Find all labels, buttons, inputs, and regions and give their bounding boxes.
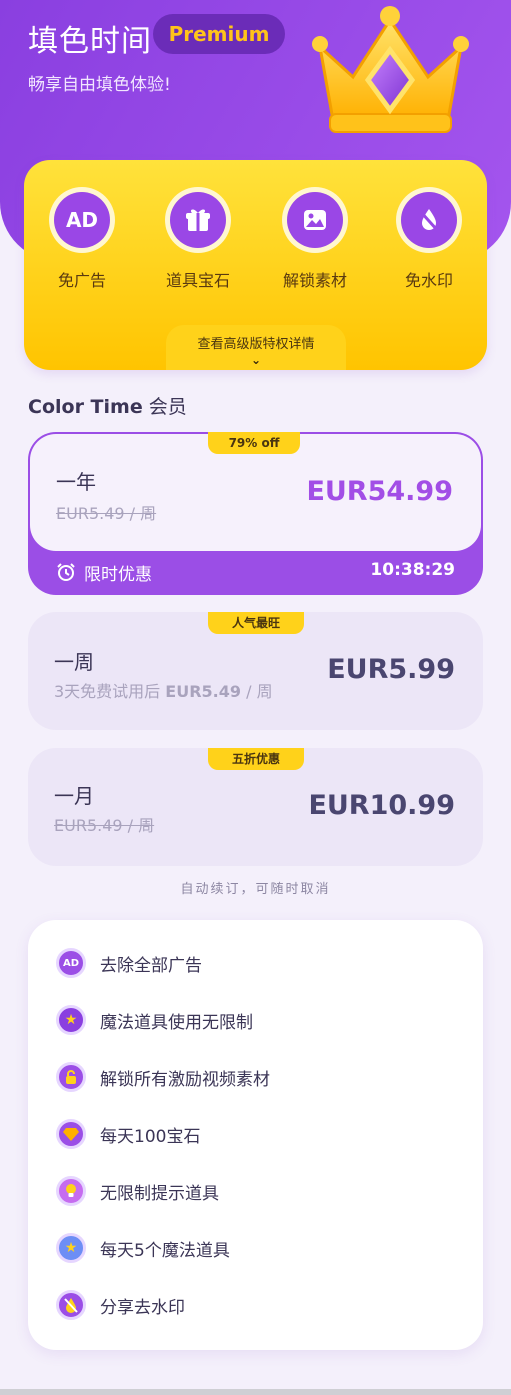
countdown-timer: 10:38:29 xyxy=(370,560,455,580)
feature-item: 解锁所有激励视频素材 xyxy=(56,1062,270,1092)
alarm-clock-icon xyxy=(57,563,75,581)
feature-item: AD 去除全部广告 xyxy=(56,948,202,978)
chevron-down-icon: ⌄ xyxy=(250,353,262,367)
plan-weekly[interactable]: 人气最旺 一周 3天免费试用后 EUR5.49 / 周 EUR5.99 xyxy=(28,612,483,730)
benefit-label: 道具宝石 xyxy=(165,271,230,290)
feature-item: ★ 魔法道具使用无限制 xyxy=(56,1005,253,1035)
countdown-label: 限时优惠 xyxy=(84,565,152,585)
feature-item: 每天100宝石 xyxy=(56,1119,200,1149)
benefit-unlock: 解锁素材 xyxy=(260,187,370,291)
popular-badge: 人气最旺 xyxy=(208,612,304,634)
gem-icon xyxy=(56,1119,86,1149)
countdown-row: 限时优惠 10:38:29 xyxy=(28,557,483,595)
plan-price: EUR5.99 xyxy=(327,654,455,685)
discount-badge: 79% off xyxy=(208,432,300,454)
auto-renew-note: 自动续订，可随时取消 xyxy=(180,882,331,897)
plan-price: EUR54.99 xyxy=(306,476,453,507)
benefit-label: 解锁素材 xyxy=(282,271,347,290)
premium-badge: Premium xyxy=(153,14,285,54)
navigation-bar xyxy=(0,1389,511,1395)
hero-subtitle: 畅享自由填色体验! xyxy=(28,75,171,95)
features-card: AD 去除全部广告 ★ 魔法道具使用无限制 解锁所有激励视频素材 每天100宝石… xyxy=(28,920,483,1350)
brand-name: Color Time xyxy=(28,396,143,418)
plan-original-price: EUR5.49 / 周 xyxy=(54,816,155,835)
unlock-icon xyxy=(56,1062,86,1092)
feature-item: 无限制提示道具 xyxy=(56,1176,219,1206)
details-label: 查看高级版特权详情 xyxy=(197,337,315,352)
plan-price: EUR10.99 xyxy=(308,790,455,821)
plan-trial-text: 3天免费试用后 EUR5.49 / 周 xyxy=(54,682,273,701)
plan-name: 一月 xyxy=(54,784,94,808)
plan-original-price: EUR5.49 / 周 xyxy=(56,504,157,523)
benefit-no-ads: AD 免广告 xyxy=(27,187,137,291)
bulb-icon xyxy=(56,1176,86,1206)
crown-icon xyxy=(312,6,469,133)
benefit-label: 免广告 xyxy=(57,271,106,290)
plan-monthly[interactable]: 五折优惠 一月 EUR5.49 / 周 EUR10.99 xyxy=(28,748,483,866)
plan-name: 一年 xyxy=(56,470,96,494)
no-watermark-icon xyxy=(56,1290,86,1320)
plan-name: 一周 xyxy=(54,650,94,674)
star-icon: ★ xyxy=(56,1005,86,1035)
ad-icon: AD xyxy=(56,948,86,978)
benefits-card: AD 免广告 道具宝石 解锁素材 免水印 查看高级版特权详情 ⌄ xyxy=(24,160,487,370)
gift-icon xyxy=(170,192,226,248)
section-title: Color Time 会员 xyxy=(28,392,187,419)
benefit-label: 免水印 xyxy=(404,271,453,290)
benefit-no-watermark: 免水印 xyxy=(374,187,484,291)
ad-icon: AD xyxy=(54,192,110,248)
benefit-gems: 道具宝石 xyxy=(143,187,253,291)
feature-item: ★ 每天5个魔法道具 xyxy=(56,1233,230,1263)
no-watermark-icon xyxy=(401,192,457,248)
plan-yearly[interactable]: 一年 EUR5.49 / 周 EUR54.99 79% off 限时优惠 10:… xyxy=(28,432,483,595)
app-title: 填色时间 xyxy=(28,24,152,59)
feature-item: 分享去水印 xyxy=(56,1290,185,1320)
image-icon xyxy=(287,192,343,248)
half-off-badge: 五折优惠 xyxy=(208,748,304,770)
magic-icon: ★ xyxy=(56,1233,86,1263)
view-details-button[interactable]: 查看高级版特权详情 ⌄ xyxy=(166,325,346,370)
section-suffix: 会员 xyxy=(148,396,187,418)
